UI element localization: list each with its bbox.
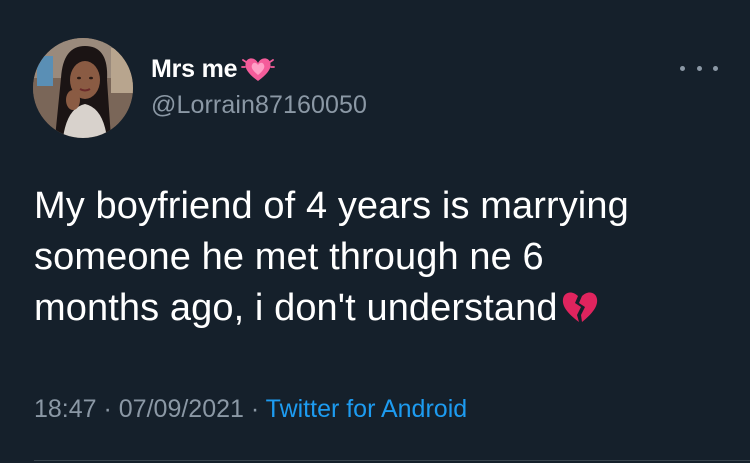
author-handle[interactable]: @Lorrain87160050 [151,91,367,120]
meta-separator: · [243,395,266,423]
tweet-card: Mrs me @Lorrain87160050 My boyfriend of … [0,0,750,463]
author-name-row[interactable]: Mrs me [151,52,276,86]
more-options-button[interactable] [680,60,718,76]
tweet-text-line: My boyfriend of 4 years is marrying [34,185,629,227]
tweet-meta: 18:47 · 07/09/2021 · Twitter for Android [34,395,467,424]
avatar-photo-icon [33,38,133,138]
more-dot-icon [680,65,685,71]
tweet-source-link[interactable]: Twitter for Android [266,395,467,423]
tweet-text-line-last: months ago, i don't understand [34,283,724,334]
tweet-time[interactable]: 18:47 [34,395,97,423]
display-name[interactable]: Mrs me [151,55,238,84]
broken-heart-icon [560,287,600,323]
tweet-text-line: months ago, i don't understand [34,287,558,329]
divider [34,460,750,461]
growing-heart-icon [241,54,276,84]
more-dot-icon [696,65,702,71]
tweet-date[interactable]: 07/09/2021 [119,395,244,423]
avatar[interactable] [33,38,133,138]
tweet-text: My boyfriend of 4 years is marrying some… [34,181,724,334]
meta-separator: · [96,395,119,423]
more-dot-icon [713,65,718,71]
tweet-text-line: someone he met through ne 6 [34,236,544,278]
